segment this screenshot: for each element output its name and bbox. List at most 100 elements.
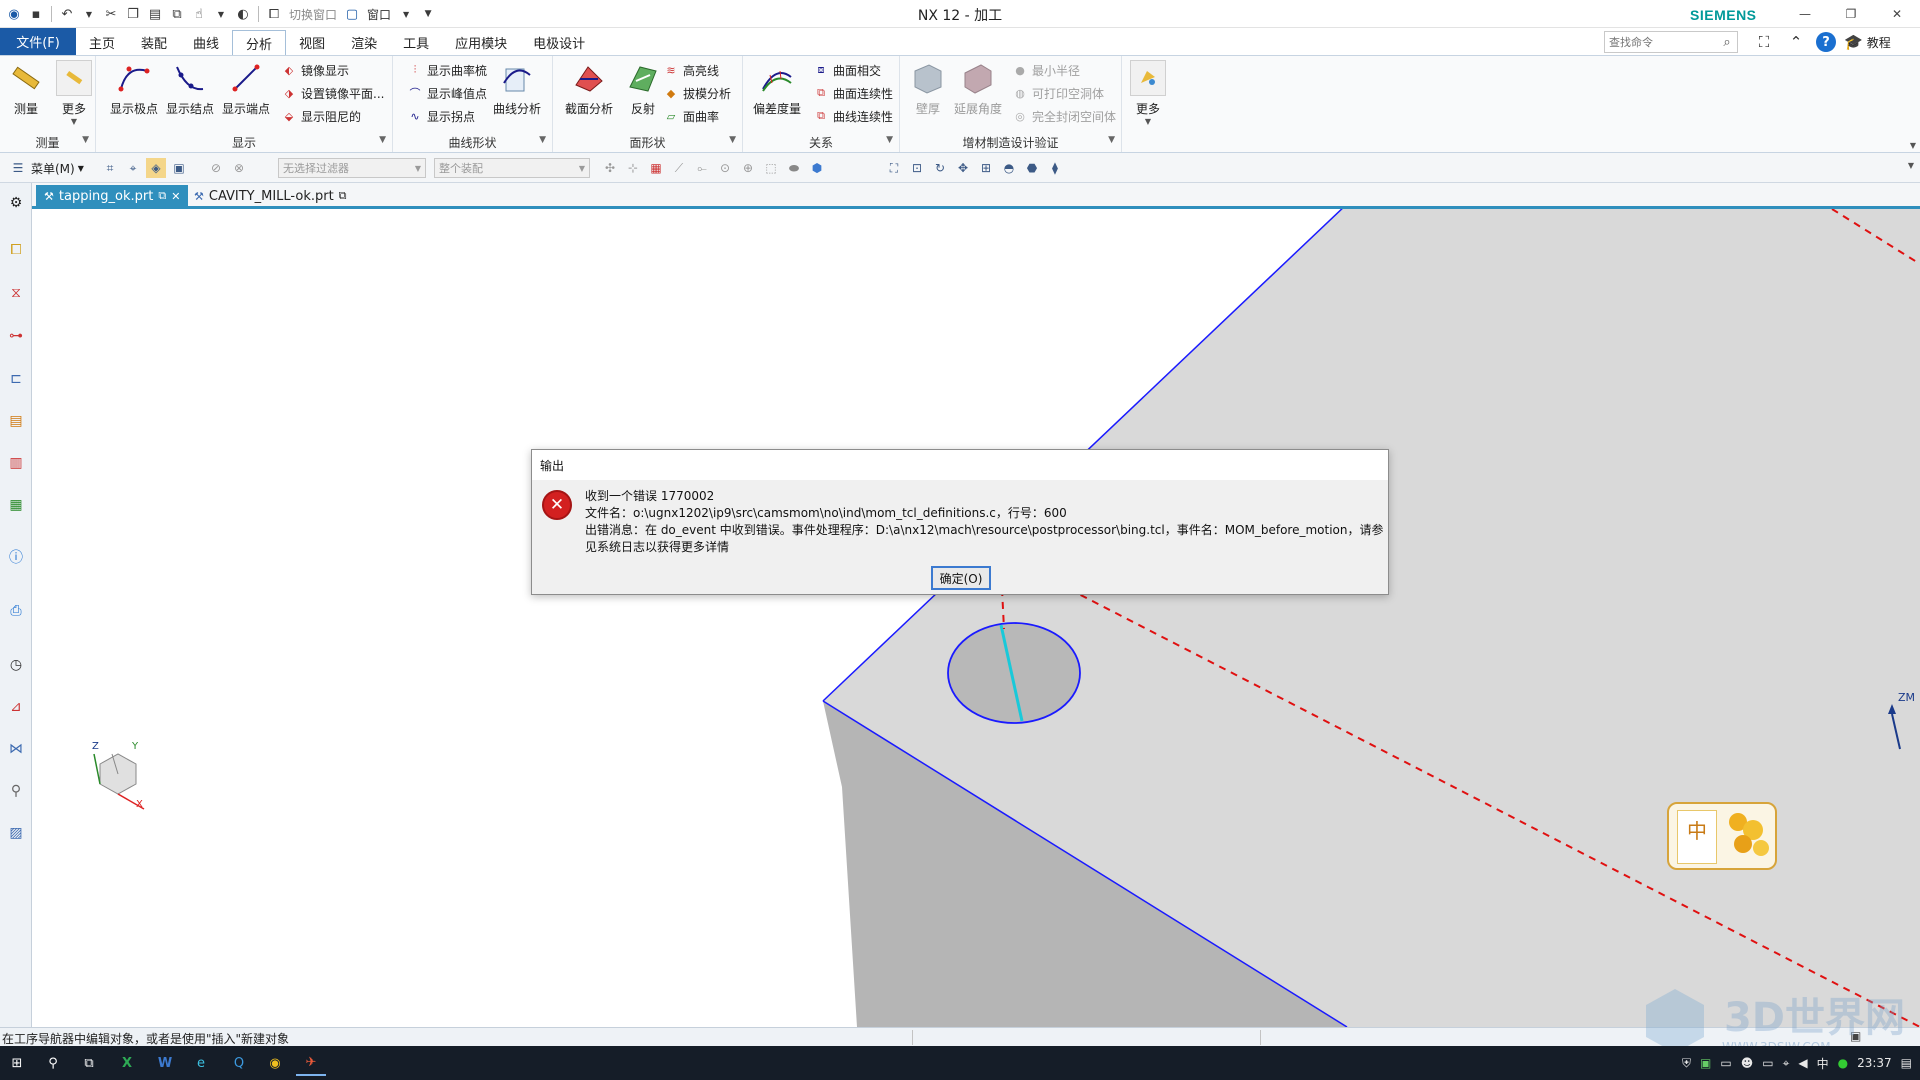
selection-filter-select[interactable]: 无选择过滤器 ▼ <box>278 158 426 178</box>
closed-cavity-button[interactable]: ◎ 完全封闭空间体 <box>1012 106 1116 126</box>
switch-window-label[interactable]: 切换窗口 <box>286 6 340 23</box>
ime-tray-indicator[interactable]: 中 <box>1817 1055 1829 1072</box>
snap-point-icon[interactable]: ✣ <box>600 158 620 178</box>
chevron-down-icon[interactable]: ▼ <box>78 164 84 173</box>
chrome-icon[interactable]: ◉ <box>260 1050 290 1076</box>
deviation-measure-button[interactable]: 偏差度量 <box>753 60 801 117</box>
tab-application[interactable]: 应用模块 <box>442 30 520 55</box>
ribbon-options-icon[interactable]: ▼ <box>1910 141 1916 150</box>
tab-home[interactable]: 主页 <box>76 30 128 55</box>
box-select-icon[interactable]: ⬚ <box>761 158 781 178</box>
graphics-window[interactable]: ZM X Y Z <box>32 209 1920 1027</box>
shade-icon[interactable]: ⬬ <box>784 158 804 178</box>
show-endpoints-button[interactable]: 显示端点 <box>222 60 270 117</box>
customize-icon[interactable]: ▼ <box>418 4 438 24</box>
rotate-icon[interactable]: ↻ <box>930 158 950 178</box>
switch-window-icon[interactable]: ⧠ <box>264 4 284 24</box>
clock[interactable]: 23:37 <box>1857 1056 1892 1070</box>
select-tool-icon[interactable]: ⌗ <box>100 158 120 178</box>
printable-cavity-button[interactable]: ◍ 可打印空洞体 <box>1012 83 1116 103</box>
sync-icon[interactable]: ● <box>1838 1056 1848 1070</box>
fit-view-icon[interactable]: ⛶ <box>884 158 904 178</box>
tool-library-icon[interactable]: ▥ <box>4 451 28 475</box>
network-icon[interactable]: ⌖ <box>1783 1056 1790 1071</box>
window-icon[interactable]: ▢ <box>342 4 362 24</box>
palette-icon[interactable]: ⊿ <box>4 695 28 719</box>
menu-button[interactable]: 菜单(M) <box>31 160 75 177</box>
measure-button[interactable]: 测量 <box>8 60 44 117</box>
app-tray-icon[interactable]: ▣ <box>1700 1056 1711 1070</box>
snap-endpoint-icon[interactable]: ⊹ <box>623 158 643 178</box>
snap-center-icon[interactable]: ⊙ <box>715 158 735 178</box>
word-icon[interactable]: W <box>150 1050 180 1076</box>
tab-render[interactable]: 渲染 <box>338 30 390 55</box>
highlight-lines-button[interactable]: ≋ 高亮线 <box>663 60 731 80</box>
system-materials-icon[interactable]: ▨ <box>4 821 28 845</box>
save-icon[interactable]: ▪ <box>26 4 46 24</box>
gear-icon[interactable]: ⚙ <box>4 191 28 215</box>
tutorial-button[interactable]: 🎓 教程 <box>1844 33 1891 51</box>
security-icon[interactable]: ⛨ <box>1682 1056 1691 1071</box>
history-icon[interactable]: ◷ <box>4 653 28 677</box>
select-face-icon[interactable]: ▣ <box>169 158 189 178</box>
draft-analysis-button[interactable]: ◆ 拔模分析 <box>663 83 731 103</box>
tab-analysis[interactable]: 分析 <box>232 30 287 55</box>
section-analysis-button[interactable]: 截面分析 <box>565 60 613 117</box>
zoom-icon[interactable]: ⊡ <box>907 158 927 178</box>
orient-view-icon[interactable]: ⊞ <box>976 158 996 178</box>
nx-taskbar-icon[interactable]: ✈ <box>296 1050 326 1076</box>
web-browser-icon[interactable]: ⎙ <box>4 599 28 623</box>
ime-floating-bar[interactable]: 中 <box>1667 802 1777 870</box>
tab-file[interactable]: 文件(F) <box>0 28 76 55</box>
surface-continuity-button[interactable]: ⧉ 曲面连续性 <box>813 83 893 103</box>
qq-browser-icon[interactable]: Q <box>224 1050 254 1076</box>
excel-icon[interactable]: X <box>112 1050 142 1076</box>
render-style-icon[interactable]: ◓ <box>999 158 1019 178</box>
minimize-button[interactable]: — <box>1782 0 1828 28</box>
face-curvature-button[interactable]: ▱ 面曲率 <box>663 106 731 126</box>
doc-tab-tapping[interactable]: ⚒ tapping_ok.prt ⧉ ✕ <box>36 185 189 207</box>
chevron-down-icon[interactable]: ▼ <box>729 135 736 145</box>
dropdown-icon[interactable]: ▼ <box>79 4 99 24</box>
deselect-icon[interactable]: ⊘ <box>206 158 226 178</box>
doc-tab-cavity-mill[interactable]: ⚒ CAVITY_MILL-ok.prt ⧉ <box>186 185 355 207</box>
curve-continuity-button[interactable]: ⧉ 曲线连续性 <box>813 106 893 126</box>
dropdown-icon[interactable]: ▼ <box>396 4 416 24</box>
reuse-library-icon[interactable]: ▦ <box>4 493 28 517</box>
snap-control-icon[interactable]: ⟜ <box>692 158 712 178</box>
tab-view[interactable]: 视图 <box>286 30 338 55</box>
user-tray-icon[interactable]: ☻ <box>1741 1056 1754 1070</box>
mirror-display-button[interactable]: ⬖ 镜像显示 <box>281 60 384 80</box>
machine-navigator-icon[interactable]: ▤ <box>4 409 28 433</box>
cube-icon[interactable]: ⬢ <box>807 158 827 178</box>
assembly-navigator-icon[interactable]: ⧠ <box>4 238 28 262</box>
chevron-down-icon[interactable]: ▼ <box>1108 135 1115 145</box>
roles-icon[interactable]: ⚲ <box>4 779 28 803</box>
repeat-command-icon[interactable]: ⧉ <box>167 4 187 24</box>
ok-button[interactable]: 确定(O) <box>931 566 991 590</box>
reflection-button[interactable]: 反射 <box>625 60 661 117</box>
snap-quadrant-icon[interactable]: ⊕ <box>738 158 758 178</box>
volume-icon[interactable]: ◀ <box>1798 1056 1807 1070</box>
view-icon[interactable]: ◐ <box>233 4 253 24</box>
full-screen-icon[interactable]: ⛶ <box>1752 30 1776 54</box>
touch-mode-icon[interactable]: ☝ <box>189 4 209 24</box>
process-studio-icon[interactable]: ⋈ <box>4 737 28 761</box>
constraint-navigator-icon[interactable]: ⧖ <box>4 281 28 305</box>
paste-icon[interactable]: ▤ <box>145 4 165 24</box>
ribbon-more-button[interactable]: 更多 ▼ <box>1130 60 1166 126</box>
show-curvature-comb-button[interactable]: ⫶ 显示曲率梳 <box>407 60 487 80</box>
edge-icon[interactable]: e <box>186 1050 216 1076</box>
help-icon[interactable]: ? <box>1816 32 1836 52</box>
info-icon[interactable]: ⓘ <box>4 545 28 569</box>
ime-mode-indicator[interactable]: 中 <box>1677 810 1717 864</box>
collapse-ribbon-icon[interactable]: ⌃ <box>1784 30 1808 54</box>
clear-selection-icon[interactable]: ⊗ <box>229 158 249 178</box>
work-layer-icon[interactable]: ⧫ <box>1045 158 1065 178</box>
surface-intersection-button[interactable]: ⧈ 曲面相交 <box>813 60 893 80</box>
tab-curve[interactable]: 曲线 <box>180 30 232 55</box>
select-body-icon[interactable]: ◈ <box>146 158 166 178</box>
task-view-icon[interactable]: ⧉ <box>74 1050 104 1076</box>
search-icon[interactable]: ⌕ <box>1717 35 1737 50</box>
window-menu-label[interactable]: 窗口 <box>364 6 394 23</box>
